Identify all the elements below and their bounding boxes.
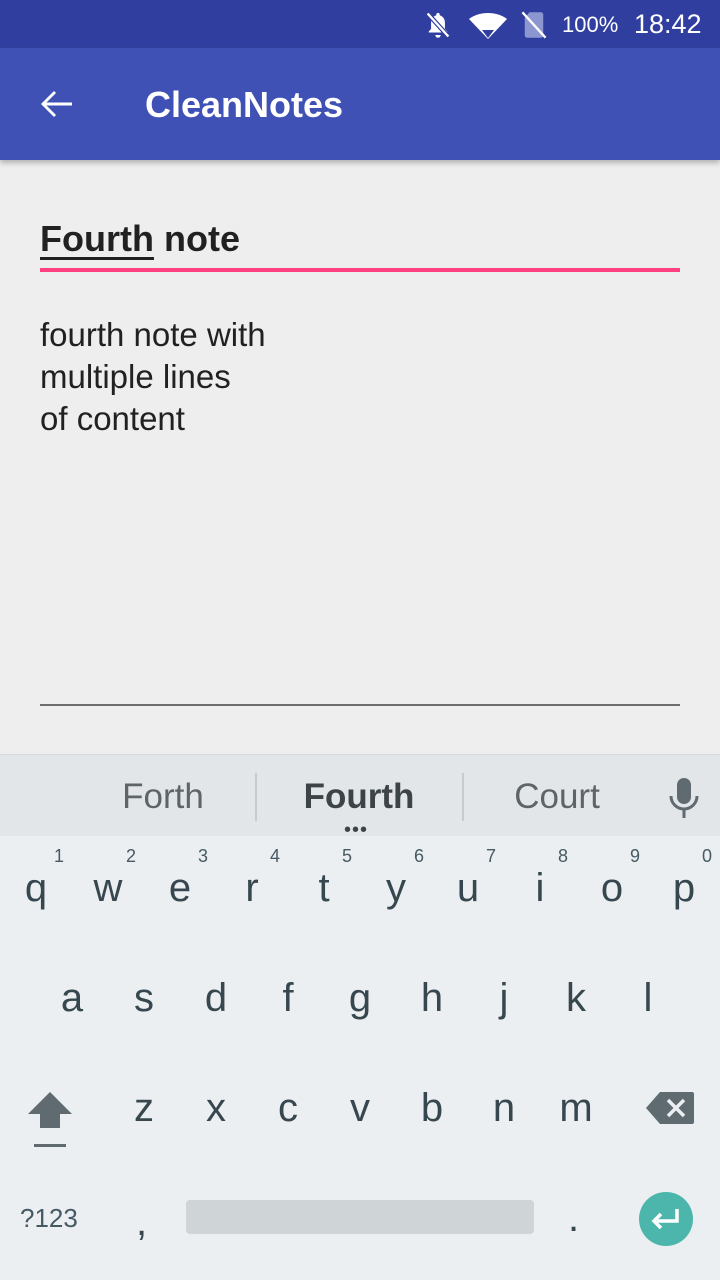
- key-hint: 6: [413, 846, 424, 866]
- key-label: u: [456, 866, 480, 910]
- key-label: p: [672, 866, 696, 910]
- key-label: b: [420, 1086, 444, 1130]
- app-bar: CleanNotes: [0, 48, 720, 160]
- key-label: w: [93, 866, 123, 910]
- suggestion-strip: Forth Fourth Court •••: [0, 754, 720, 841]
- key-label: f: [282, 976, 294, 1020]
- key-label: l: [643, 976, 653, 1020]
- back-button[interactable]: [28, 76, 84, 132]
- key-k[interactable]: k: [540, 976, 612, 1021]
- key-e[interactable]: e3: [144, 846, 216, 911]
- key-label: m: [559, 1086, 593, 1130]
- body-line: fourth note with: [40, 316, 266, 353]
- body-underline: [40, 704, 680, 706]
- key-hint: 1: [53, 846, 64, 866]
- period-key[interactable]: .: [568, 1196, 579, 1241]
- suggestion-left[interactable]: Forth: [88, 777, 238, 817]
- key-label: n: [492, 1086, 516, 1130]
- key-label: a: [60, 976, 84, 1020]
- key-hint: 8: [557, 846, 568, 866]
- note-body-input[interactable]: fourth note with multiple lines of conte…: [40, 314, 680, 440]
- key-y[interactable]: y6: [360, 846, 432, 911]
- clock: 18:42: [634, 9, 702, 39]
- key-l[interactable]: l: [612, 976, 684, 1021]
- key-r[interactable]: r4: [216, 846, 288, 911]
- key-label: c: [278, 1086, 298, 1130]
- key-u[interactable]: u7: [432, 846, 504, 911]
- key-label: z: [134, 1086, 154, 1130]
- key-label: t: [318, 866, 330, 910]
- key-h[interactable]: h: [396, 976, 468, 1021]
- key-p[interactable]: p0: [648, 846, 720, 911]
- key-label: h: [420, 976, 444, 1020]
- key-x[interactable]: x: [180, 1086, 252, 1131]
- backspace-icon[interactable]: [646, 1092, 694, 1124]
- battery-percentage: 100%: [562, 12, 619, 37]
- key-hint: 0: [701, 846, 712, 866]
- key-label: y: [386, 866, 406, 910]
- more-suggestions-dots: •••: [344, 819, 369, 841]
- key-i[interactable]: i8: [504, 846, 576, 911]
- key-hint: 7: [485, 846, 496, 866]
- title-focus-underline: [40, 268, 680, 272]
- key-hint: 5: [341, 846, 352, 866]
- key-label: x: [206, 1086, 226, 1130]
- composing-word: Fourth: [40, 218, 154, 259]
- no-sim-icon: [521, 11, 547, 39]
- app-title: CleanNotes: [145, 84, 344, 125]
- status-bar: 100% 18:42: [0, 0, 720, 48]
- key-label: d: [204, 976, 228, 1020]
- key-g[interactable]: g: [324, 976, 396, 1021]
- key-c[interactable]: c: [252, 1086, 324, 1131]
- key-label: g: [348, 976, 372, 1020]
- key-o[interactable]: o9: [576, 846, 648, 911]
- key-hint: 4: [269, 846, 280, 866]
- key-label: s: [134, 976, 154, 1020]
- key-label: e: [168, 866, 192, 910]
- note-title-rest: note: [153, 218, 240, 259]
- key-z[interactable]: z: [108, 1086, 180, 1131]
- symbols-key[interactable]: ?123: [20, 1203, 78, 1234]
- key-q[interactable]: q1: [0, 846, 72, 911]
- key-f[interactable]: f: [252, 976, 324, 1021]
- enter-icon: [651, 1209, 679, 1230]
- body-line: of content: [40, 400, 185, 437]
- space-key[interactable]: [186, 1200, 534, 1234]
- notifications-off-icon: [425, 11, 451, 39]
- key-label: v: [350, 1086, 370, 1130]
- key-j[interactable]: j: [468, 976, 540, 1021]
- key-b[interactable]: b: [396, 1086, 468, 1131]
- suggestion-divider: [255, 773, 257, 821]
- key-m[interactable]: m: [540, 1086, 612, 1131]
- key-n[interactable]: n: [468, 1086, 540, 1131]
- key-label: i: [535, 866, 545, 910]
- key-w[interactable]: w2: [72, 846, 144, 911]
- body-line: multiple lines: [40, 358, 231, 395]
- key-t[interactable]: t5: [288, 846, 360, 911]
- microphone-icon[interactable]: [664, 776, 704, 820]
- key-label: j: [499, 976, 509, 1020]
- key-hint: 9: [629, 846, 640, 866]
- arrow-back-icon: [41, 91, 72, 117]
- shift-icon[interactable]: [26, 1090, 74, 1148]
- key-s[interactable]: s: [108, 976, 180, 1021]
- suggestion-right[interactable]: Court: [482, 777, 632, 817]
- key-label: o: [600, 866, 624, 910]
- key-label: k: [566, 976, 586, 1020]
- key-v[interactable]: v: [324, 1086, 396, 1131]
- key-label: q: [24, 866, 48, 910]
- key-d[interactable]: d: [180, 976, 252, 1021]
- suggestion-center[interactable]: Fourth: [284, 777, 434, 817]
- enter-key[interactable]: [639, 1192, 693, 1246]
- wifi-icon: [469, 13, 507, 39]
- key-label: r: [245, 866, 259, 910]
- comma-key[interactable]: ,: [136, 1200, 147, 1245]
- suggestion-divider: [462, 773, 464, 821]
- key-a[interactable]: a: [36, 976, 108, 1021]
- key-hint: 3: [197, 846, 208, 866]
- key-hint: 2: [125, 846, 136, 866]
- note-title-input[interactable]: Fourth note: [40, 218, 680, 260]
